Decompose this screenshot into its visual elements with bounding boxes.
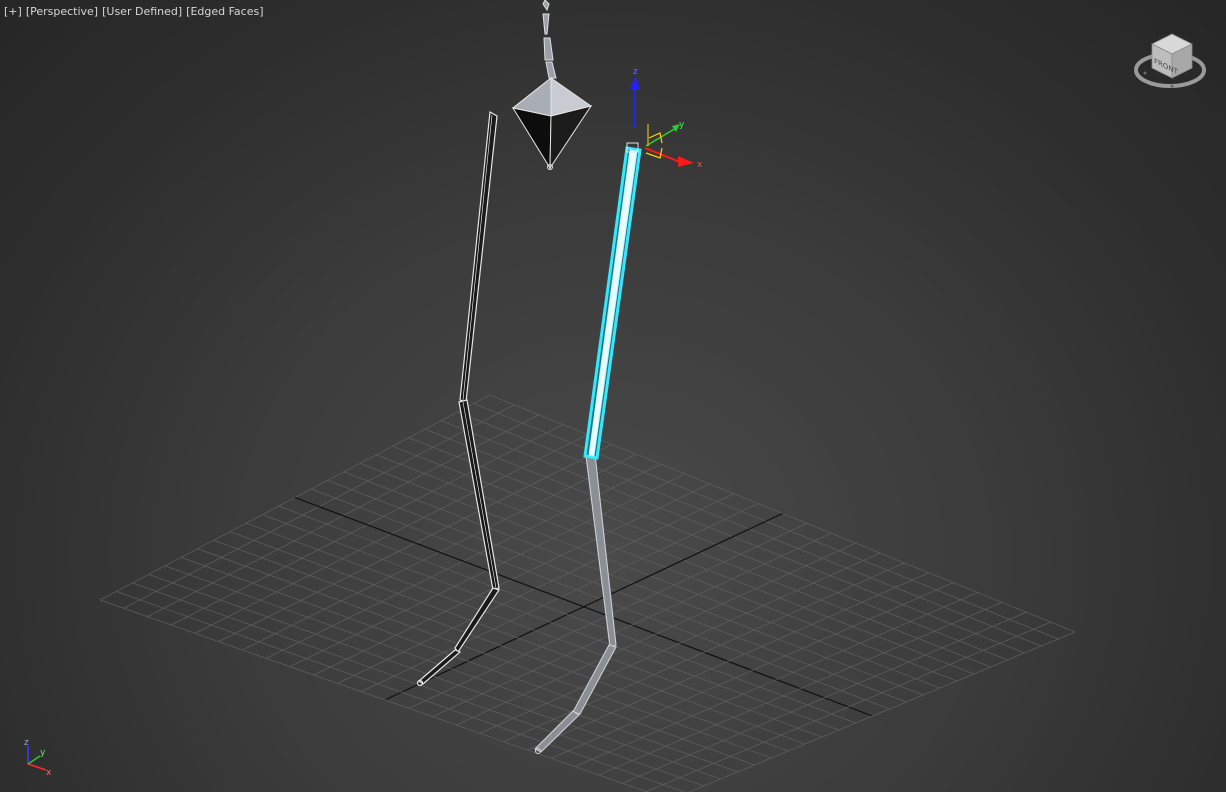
viewcube[interactable]: FRONT [1134, 33, 1206, 88]
left-leg-bones[interactable] [416, 111, 500, 687]
grid-line [456, 542, 856, 726]
spine-bone-4[interactable] [545, 61, 557, 79]
spine-bone-2[interactable] [542, 13, 550, 35]
grid-line [262, 514, 839, 731]
gizmo-z-arrow[interactable] [630, 76, 640, 90]
gizmo-x-arrow[interactable] [678, 156, 694, 167]
grid-line [181, 556, 755, 766]
pelvis-bone[interactable] [511, 76, 593, 170]
spine-chain[interactable] [542, 0, 557, 79]
grid-line [574, 592, 978, 768]
right-foot-bone[interactable] [572, 644, 617, 715]
world-x-label: x [46, 768, 52, 778]
left-toe-bone[interactable] [418, 649, 462, 685]
grid-line [622, 611, 1027, 784]
grid-line [294, 496, 873, 717]
right-toe-bone[interactable] [534, 710, 580, 753]
world-z-label: z [24, 738, 29, 748]
spine-bone-3[interactable] [543, 37, 554, 61]
grid-line [503, 562, 905, 743]
spine-bone-1[interactable] [542, 0, 550, 12]
grid-line [688, 631, 1076, 792]
gizmo-x-label: x [697, 160, 703, 170]
grid-line [246, 522, 823, 738]
grid-line [479, 552, 881, 734]
world-y-label: y [40, 748, 46, 758]
right-thigh-bone-selected[interactable] [583, 142, 642, 460]
grid-line [164, 565, 738, 773]
left-thigh-bone[interactable] [459, 111, 498, 403]
grid-line [646, 621, 1051, 792]
gizmo-z-label: z [633, 67, 638, 77]
viewport-canvas[interactable]: z x y FRONT z x y [0, 0, 1226, 792]
transform-gizmo[interactable]: z x y [630, 67, 703, 170]
grid-line [598, 602, 1003, 776]
gizmo-y-label: y [679, 120, 685, 130]
grid-line [148, 573, 721, 780]
grid-line [527, 572, 929, 751]
right-calf-bone[interactable] [585, 453, 617, 648]
world-axis-tripod: z x y [24, 738, 52, 778]
grid-line [278, 505, 856, 724]
grid-line [229, 531, 806, 745]
